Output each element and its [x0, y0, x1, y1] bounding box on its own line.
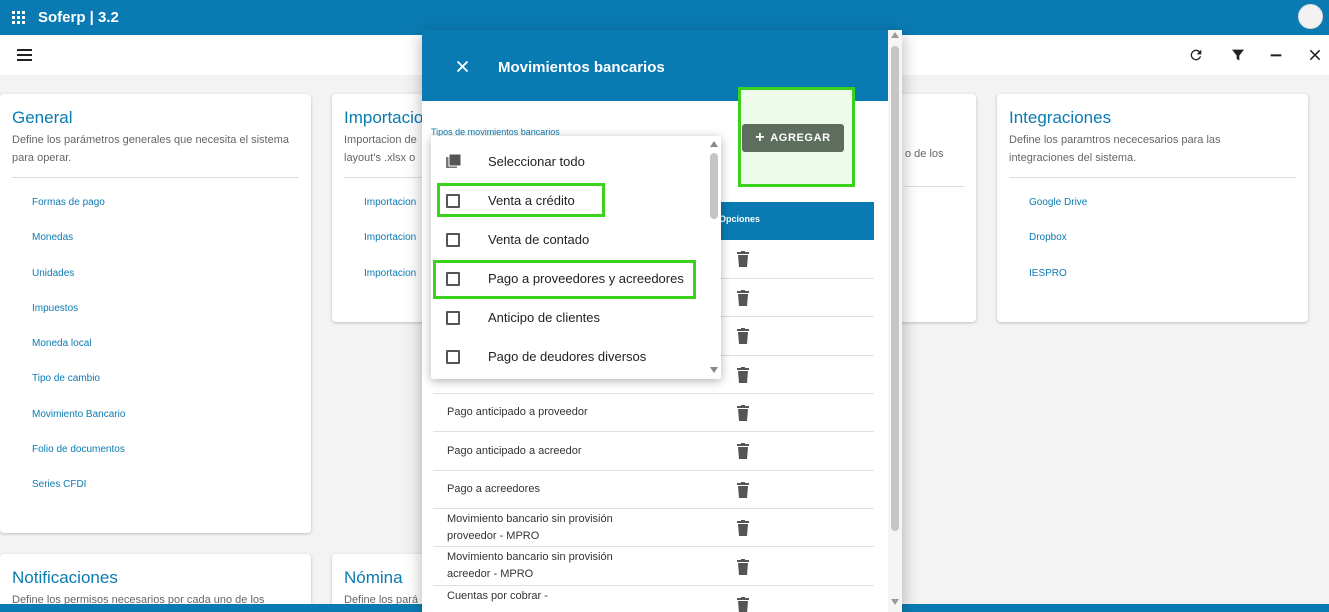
- trash-icon[interactable]: [736, 367, 750, 383]
- table-row: Pago anticipado a acreedor: [433, 432, 874, 471]
- option-pago-deudores[interactable]: Pago de deudores diversos: [431, 337, 707, 376]
- card-links: Formas de pago Monedas Unidades Impuesto…: [12, 197, 299, 515]
- trash-icon[interactable]: [736, 290, 750, 306]
- link-dropbox[interactable]: Dropbox: [1029, 232, 1296, 267]
- option-label: Pago de deudores diversos: [488, 349, 647, 364]
- card-description: Importacion de layout's .xlsx o: [344, 134, 417, 164]
- filter-icon[interactable]: [1229, 46, 1247, 64]
- checkbox[interactable]: [446, 349, 460, 364]
- link-series-cfdi[interactable]: Series CFDI: [32, 479, 299, 514]
- trash-icon[interactable]: [736, 328, 750, 344]
- close-icon[interactable]: [455, 59, 470, 74]
- apps-grid-icon[interactable]: [12, 10, 26, 25]
- trash-icon[interactable]: [736, 520, 750, 536]
- divider: [12, 177, 299, 178]
- link-google-drive[interactable]: Google Drive: [1029, 197, 1296, 232]
- option-venta-contado[interactable]: Venta de contado: [431, 220, 707, 259]
- row-label: Pago anticipado a proveedor: [447, 406, 588, 418]
- close-icon[interactable]: [1306, 46, 1324, 64]
- scroll-up-icon[interactable]: [710, 141, 718, 147]
- trash-icon[interactable]: [736, 559, 750, 575]
- table-row: Pago a acreedores: [433, 471, 874, 509]
- link-monedas[interactable]: Monedas: [32, 232, 299, 267]
- dialog-title: Movimientos bancarios: [498, 59, 665, 76]
- highlight-venta-credito: [437, 183, 605, 217]
- table-row: Cuentas por cobrar -: [433, 586, 874, 612]
- scrollbar-thumb[interactable]: [891, 46, 899, 531]
- link-tipo-de-cambio[interactable]: Tipo de cambio: [32, 373, 299, 408]
- card-description: o de los: [905, 148, 944, 160]
- card-links: Google Drive Dropbox IESPRO: [1009, 197, 1296, 303]
- trash-icon[interactable]: [736, 597, 750, 612]
- option-label: Venta de contado: [488, 232, 590, 247]
- select-all-option[interactable]: Seleccionar todo: [431, 142, 707, 181]
- divider: [1009, 177, 1296, 178]
- row-label: Movimiento bancario sin provisión acreed…: [447, 551, 613, 580]
- link-iespro[interactable]: IESPRO: [1029, 268, 1296, 303]
- card-integraciones: Integraciones Define los paramtros necec…: [997, 94, 1308, 322]
- header-options: Opciones: [719, 214, 761, 224]
- option-label: Seleccionar todo: [488, 154, 585, 169]
- card-title: Integraciones: [1009, 108, 1112, 127]
- trash-icon[interactable]: [736, 443, 750, 459]
- checkbox[interactable]: [446, 310, 460, 325]
- card-title: Notificaciones: [12, 568, 118, 587]
- dialog-scrollbar[interactable]: [888, 30, 902, 612]
- card-description: Define los parámetros generales que nece…: [12, 134, 289, 164]
- row-label: Pago anticipado a acreedor: [447, 445, 582, 457]
- divider: [905, 186, 964, 187]
- link-unidades[interactable]: Unidades: [32, 268, 299, 303]
- checkbox[interactable]: [446, 232, 460, 247]
- trash-icon[interactable]: [736, 482, 750, 498]
- agregar-button[interactable]: + AGREGAR: [742, 124, 844, 152]
- select-all-icon: [445, 153, 462, 170]
- table-row: Movimiento bancario sin provisión acreed…: [433, 547, 874, 586]
- dropdown-scrollbar[interactable]: [707, 136, 721, 379]
- scrollbar-thumb[interactable]: [710, 153, 718, 219]
- option-anticipo-clientes[interactable]: Anticipo de clientes: [431, 298, 707, 337]
- menu-icon[interactable]: [17, 49, 32, 61]
- trash-icon[interactable]: [736, 251, 750, 267]
- minimize-icon[interactable]: [1267, 46, 1285, 64]
- scroll-down-icon[interactable]: [891, 599, 899, 605]
- highlight-pago-proveedores: [433, 260, 696, 299]
- option-label: Anticipo de clientes: [488, 310, 601, 325]
- row-label: Pago a acreedores: [447, 483, 540, 495]
- link-movimiento-bancario[interactable]: Movimiento Bancario: [32, 409, 299, 444]
- scroll-down-icon[interactable]: [710, 367, 718, 373]
- link-impuestos[interactable]: Impuestos: [32, 303, 299, 338]
- card-general: General Define los parámetros generales …: [0, 94, 311, 533]
- avatar[interactable]: [1298, 4, 1323, 29]
- plus-icon: +: [755, 129, 766, 146]
- card-description: Define los paramtros nececesarios para l…: [1009, 134, 1221, 164]
- row-label: Movimiento bancario sin provisión provee…: [447, 513, 613, 542]
- row-label: Cuentas por cobrar -: [447, 590, 548, 602]
- card-title: General: [12, 108, 73, 127]
- trash-icon[interactable]: [736, 405, 750, 421]
- table-row: Pago anticipado a proveedor: [433, 394, 874, 432]
- link-moneda-local[interactable]: Moneda local: [32, 338, 299, 373]
- agregar-label: AGREGAR: [770, 132, 831, 144]
- refresh-icon[interactable]: [1187, 46, 1205, 64]
- scroll-up-icon[interactable]: [891, 32, 899, 38]
- app-title: Soferp | 3.2: [38, 9, 119, 26]
- link-formas-de-pago[interactable]: Formas de pago: [32, 197, 299, 232]
- link-folio-de-documentos[interactable]: Folio de documentos: [32, 444, 299, 479]
- table-row: Movimiento bancario sin provisión provee…: [433, 509, 874, 547]
- movement-types-dropdown: Seleccionar todo Venta a crédito Venta d…: [431, 136, 721, 379]
